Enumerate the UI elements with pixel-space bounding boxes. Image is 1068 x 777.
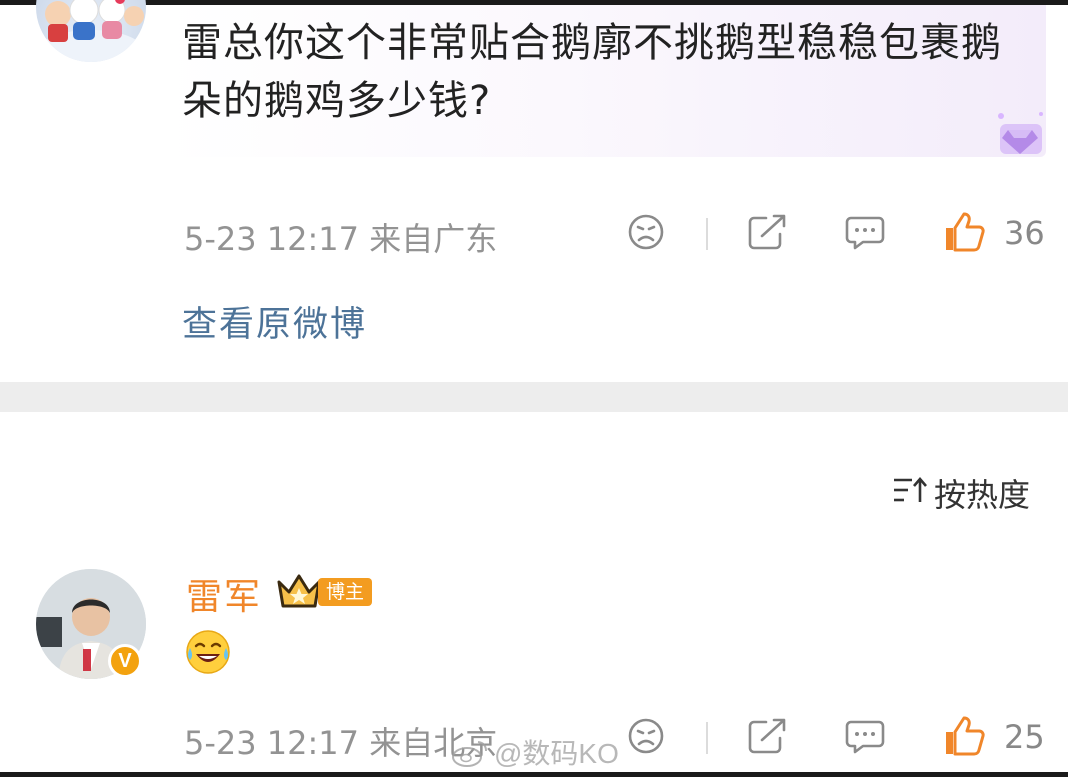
view-original-link[interactable]: 查看原微博 [182, 296, 367, 347]
comment-icon[interactable] [843, 716, 887, 756]
action-separator [706, 218, 708, 250]
sort-by-hot-button[interactable]: 按热度 [892, 468, 1052, 514]
timestamp-location: 5-23 12:17 来自广东 [184, 220, 498, 258]
dislike-face-icon[interactable] [624, 716, 668, 756]
thumbs-up-icon[interactable] [942, 716, 986, 756]
section-divider [0, 382, 1068, 412]
share-icon[interactable] [746, 716, 790, 756]
comment-meta-row: 5-23 12:17 来自广东 36 [0, 206, 1068, 258]
crown-icon [277, 574, 321, 608]
verified-badge-icon: V [108, 644, 142, 678]
action-separator [706, 722, 708, 754]
blogger-badge: 博主 [318, 578, 373, 606]
laughing-crying-emoji-icon [186, 630, 230, 674]
comment-icon[interactable] [843, 212, 887, 252]
dislike-face-icon[interactable] [624, 212, 668, 252]
bottom-edge [0, 772, 1068, 777]
like-count: 25 [1004, 718, 1045, 756]
like-count: 36 [1004, 214, 1045, 252]
username[interactable]: 雷军 [186, 568, 262, 620]
gem-badge-icon [998, 112, 1043, 154]
watermark: @数码KO [494, 738, 619, 769]
comment-text: 雷总你这个非常贴合鹅廓不挑鹅型稳稳包裹鹅朵的鹅鸡多少钱? [182, 20, 1002, 124]
share-icon[interactable] [746, 212, 790, 252]
avatar[interactable] [36, 0, 146, 62]
sort-icon [894, 477, 927, 502]
sort-label: 按热度 [934, 476, 1031, 514]
thumbs-up-icon[interactable] [942, 212, 986, 252]
weibo-logo-icon [452, 741, 487, 767]
